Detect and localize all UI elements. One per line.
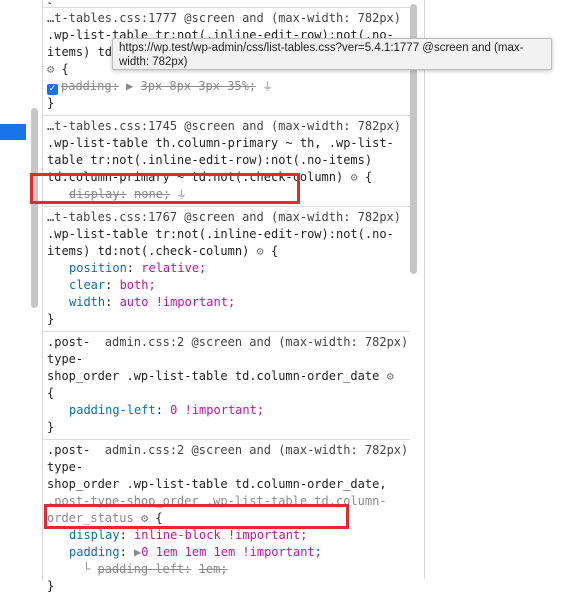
- rule-selector: .post-: [47, 335, 91, 349]
- decl-value[interactable]: 0 !important;: [170, 403, 264, 417]
- rule-selector: type-: [47, 460, 84, 474]
- decl-value[interactable]: both;: [120, 278, 156, 292]
- rule-selector: items) td:not(.check-column): [47, 244, 250, 258]
- rule-close-brace: }: [47, 312, 55, 326]
- rule-open-brace: {: [364, 170, 373, 184]
- decl-value[interactable]: auto !important;: [120, 295, 236, 309]
- rule-selector: type-: [47, 352, 84, 366]
- rule-selector: .wp-list-table tr:not(.inline-edit-row):…: [47, 227, 394, 241]
- rule-selector: items) td: [47, 45, 113, 59]
- decl-value[interactable]: 1em;: [199, 562, 228, 576]
- decl-property[interactable]: width: [69, 295, 105, 309]
- decl-value[interactable]: relative;: [141, 261, 206, 275]
- decl-property[interactable]: padding-left: [97, 562, 184, 576]
- rule-selector: table tr:not(.inline-edit-row):not(.no-i…: [47, 153, 373, 167]
- left-scrollbar[interactable]: [31, 108, 38, 308]
- decl-property[interactable]: padding: [61, 79, 112, 93]
- rule-close-brace: }: [47, 1, 54, 4]
- right-panel: [424, 0, 571, 579]
- filter-icon[interactable]: ⏚: [262, 80, 273, 93]
- rule-close-brace: }: [47, 420, 55, 434]
- expand-arrow-icon[interactable]: ▶: [126, 79, 133, 93]
- rule-source-link[interactable]: admin.css:2 @screen and (max-width: 782p…: [105, 443, 408, 457]
- rule-open-brace: {: [271, 244, 279, 258]
- tooltip-line: https://wp.test/wp-admin/css/list-tables…: [119, 42, 524, 54]
- rule-open-brace: {: [61, 62, 69, 76]
- rule-selector: .wp-list-table th.column-primary ~ th, .…: [47, 136, 394, 150]
- css-rule: …t-tables.css:1767 @screen and (max-widt…: [42, 207, 410, 332]
- rule-source-link[interactable]: …t-tables.css:1767 @screen and (max-widt…: [47, 210, 401, 224]
- decl-property[interactable]: padding-left: [69, 403, 156, 417]
- rule-source-link[interactable]: …t-tables.css:1745 @screen and (max-widt…: [47, 119, 401, 133]
- css-rule: .post- admin.css:2 @screen and (max-widt…: [42, 332, 410, 440]
- tree-connector-icon: └: [83, 562, 91, 576]
- css-rule: }: [42, 0, 410, 8]
- rule-selector: shop_order .wp-list-table td.column-orde…: [47, 477, 387, 491]
- tooltip-line: width: 782px): [119, 56, 188, 68]
- gear-icon[interactable]: ⚙: [387, 369, 394, 383]
- source-url-tooltip: https://wp.test/wp-admin/css/list-tables…: [112, 38, 552, 70]
- gear-icon[interactable]: ⚙: [350, 170, 357, 184]
- rule-open-brace: {: [47, 386, 55, 400]
- selected-node-indicator[interactable]: [0, 124, 26, 140]
- highlight-box: [44, 504, 349, 529]
- rule-close-brace: }: [47, 96, 55, 110]
- highlight-box: [30, 173, 300, 204]
- decl-value[interactable]: 0 1em 1em 1em !important;: [141, 545, 322, 559]
- rule-selector: .post-: [47, 443, 91, 457]
- rule-source-link[interactable]: …t-tables.css:1777 @screen and (max-widt…: [47, 11, 401, 25]
- gear-icon[interactable]: ⚙: [257, 244, 264, 258]
- checkbox-checked-icon[interactable]: ✓: [47, 84, 58, 95]
- gear-icon[interactable]: ⚙: [47, 62, 54, 76]
- rule-selector: shop_order .wp-list-table td.column-orde…: [47, 369, 380, 383]
- decl-property[interactable]: position: [69, 261, 127, 275]
- decl-value[interactable]: inline-block !important;: [134, 528, 307, 542]
- decl-property[interactable]: padding: [69, 545, 120, 559]
- left-panel: [0, 0, 43, 579]
- decl-property[interactable]: clear: [69, 278, 105, 292]
- rule-source-link[interactable]: admin.css:2 @screen and (max-width: 782p…: [105, 335, 408, 349]
- decl-property[interactable]: display: [69, 528, 120, 542]
- rule-close-brace: }: [47, 579, 55, 593]
- decl-value[interactable]: 3px 8px 3px 35%;: [141, 79, 257, 93]
